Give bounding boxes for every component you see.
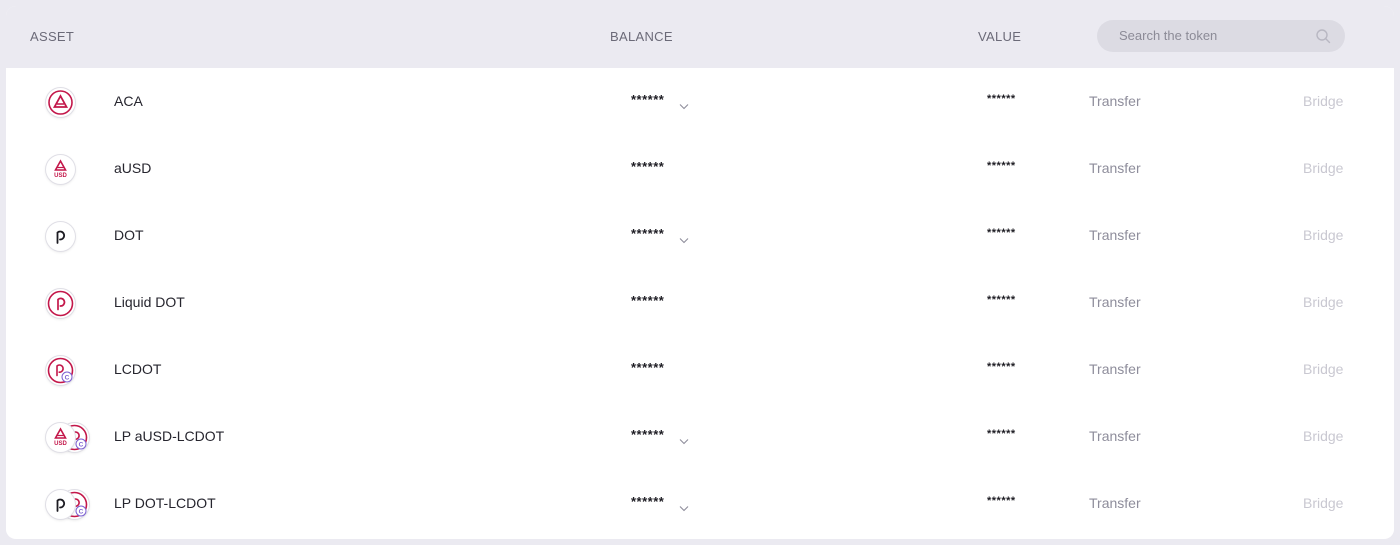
svg-text:C: C	[79, 441, 84, 448]
lp-dot-lcdot-icon: C	[46, 487, 96, 521]
value-amount: ******	[987, 428, 1016, 440]
asset-name: ACA	[114, 93, 143, 109]
transfer-button[interactable]: Transfer	[1089, 227, 1141, 243]
value-amount: ******	[987, 227, 1016, 239]
transfer-button[interactable]: Transfer	[1089, 294, 1141, 310]
balance-column-header: BALANCE	[610, 29, 673, 44]
balance-value: ******	[631, 226, 665, 241]
transfer-button[interactable]: Transfer	[1089, 93, 1141, 109]
search-input[interactable]: Search the token	[1097, 20, 1345, 52]
table-row: C LP DOT-LCDOT ****** ****** Transfer Br…	[6, 470, 1394, 537]
svg-text:C: C	[65, 374, 70, 381]
balance-value: ******	[631, 360, 665, 375]
bridge-button[interactable]: Bridge	[1303, 227, 1343, 243]
bridge-button[interactable]: Bridge	[1303, 361, 1343, 377]
asset-name: DOT	[114, 227, 144, 243]
balance-value: ******	[631, 159, 665, 174]
asset-name: LCDOT	[114, 361, 162, 377]
bridge-button[interactable]: Bridge	[1303, 160, 1343, 176]
asset-name: LP aUSD-LCDOT	[114, 428, 225, 444]
balance-value: ******	[631, 427, 665, 442]
search-icon	[1315, 28, 1331, 49]
transfer-button[interactable]: Transfer	[1089, 428, 1141, 444]
table-row: DOT ****** ****** Transfer Bridge	[6, 202, 1394, 270]
svg-text:C: C	[79, 508, 84, 515]
table-row: C LCDOT ****** ****** Transfer Bridge	[6, 336, 1394, 404]
table-header: ASSET BALANCE VALUE Search the token	[6, 6, 1394, 68]
chevron-down-icon[interactable]	[679, 231, 689, 249]
asset-column-header: ASSET	[30, 29, 75, 44]
value-column-header: VALUE	[978, 29, 1022, 44]
assets-table: ASSET BALANCE VALUE Search the token ACA…	[6, 6, 1394, 539]
svg-text:USD: USD	[54, 173, 67, 179]
search-placeholder: Search the token	[1119, 28, 1218, 43]
chevron-down-icon[interactable]	[679, 97, 689, 115]
value-amount: ******	[987, 294, 1016, 306]
aca-icon	[46, 85, 96, 119]
bridge-button[interactable]: Bridge	[1303, 294, 1343, 310]
lp-ausd-lcdot-icon: C USD	[46, 420, 96, 454]
value-amount: ******	[987, 160, 1016, 172]
asset-name: aUSD	[114, 160, 152, 176]
svg-text:USD: USD	[54, 441, 67, 447]
value-amount: ******	[987, 361, 1016, 373]
lcdot-icon: C	[46, 353, 96, 387]
ausd-icon: USD	[46, 152, 96, 186]
bridge-button[interactable]: Bridge	[1303, 428, 1343, 444]
table-row: USD aUSD ****** ****** Transfer Bridge	[6, 135, 1394, 203]
table-row: Liquid DOT ****** ****** Transfer Bridge	[6, 269, 1394, 337]
balance-value: ******	[631, 494, 665, 509]
transfer-button[interactable]: Transfer	[1089, 160, 1141, 176]
value-amount: ******	[987, 93, 1016, 105]
balance-value: ******	[631, 293, 665, 308]
value-amount: ******	[987, 495, 1016, 507]
table-row: C USD LP aUSD-LCDOT ****** ****** Transf…	[6, 403, 1394, 471]
transfer-button[interactable]: Transfer	[1089, 495, 1141, 511]
dot-icon	[46, 219, 96, 253]
table-row: ACA ****** ****** Transfer Bridge	[6, 68, 1394, 136]
transfer-button[interactable]: Transfer	[1089, 361, 1141, 377]
chevron-down-icon[interactable]	[679, 432, 689, 450]
balance-value: ******	[631, 92, 665, 107]
chevron-down-icon[interactable]	[679, 499, 689, 517]
bridge-button[interactable]: Bridge	[1303, 495, 1343, 511]
asset-name: Liquid DOT	[114, 294, 185, 310]
asset-name: LP DOT-LCDOT	[114, 495, 216, 511]
ldot-icon	[46, 286, 96, 320]
bridge-button[interactable]: Bridge	[1303, 93, 1343, 109]
